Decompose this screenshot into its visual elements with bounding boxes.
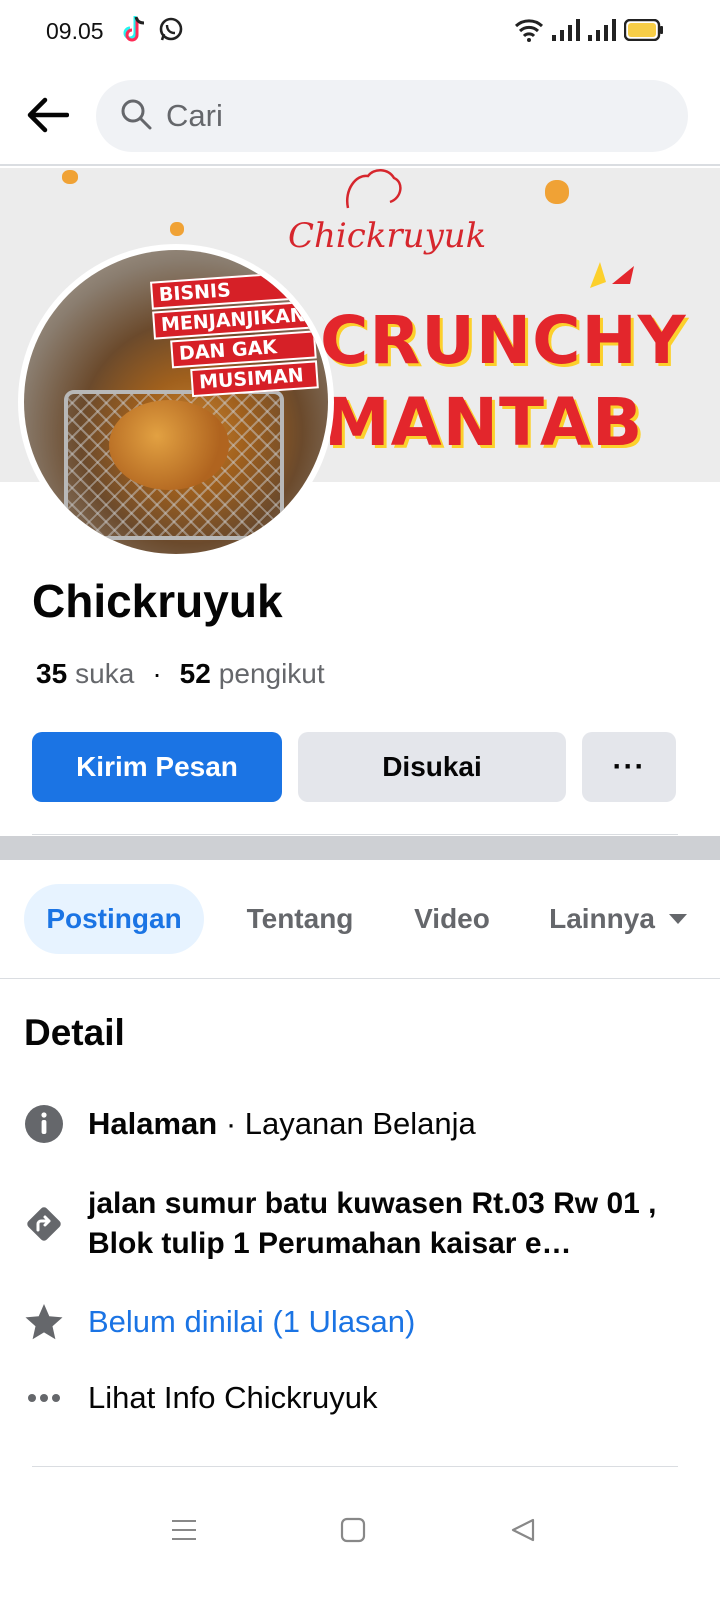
- detail-rating-row[interactable]: Belum dinilai (1 Ulasan): [24, 1302, 704, 1342]
- category-type: Halaman: [88, 1106, 218, 1141]
- likes-count: 35: [36, 658, 68, 689]
- recents-button[interactable]: [164, 1510, 204, 1550]
- top-bar: [0, 62, 720, 166]
- status-time: 09.05: [46, 18, 104, 44]
- back-arrow-icon: [27, 97, 69, 133]
- caret-down-icon: [668, 914, 687, 924]
- address-text: jalan sumur batu kuwasen Rt.03 Rw 01 , B…: [88, 1187, 657, 1260]
- back-nav-button[interactable]: [503, 1510, 543, 1550]
- signal-icon: [552, 19, 580, 46]
- badge-line: MUSIMAN: [190, 360, 319, 398]
- followers-label[interactable]: pengikut: [219, 658, 325, 690]
- page-stats: 35 suka · 52 pengikut: [36, 658, 325, 690]
- more-options-button[interactable]: ···: [582, 732, 676, 802]
- likes-label[interactable]: suka: [75, 658, 134, 690]
- page-tabs: Postingan Tentang Video Lainnya: [24, 884, 720, 954]
- system-nav-bar: [0, 1490, 720, 1570]
- rooster-logo-icon: [345, 169, 402, 209]
- signal-icon: [588, 19, 616, 46]
- tab-more-label: Lainnya: [549, 903, 655, 934]
- directions-icon: [24, 1204, 64, 1244]
- home-button[interactable]: [333, 1510, 373, 1550]
- whatsapp-icon: [157, 14, 185, 49]
- detail-address-row[interactable]: jalan sumur batu kuwasen Rt.03 Rw 01 , B…: [24, 1184, 704, 1264]
- crumb-decoration: [545, 180, 569, 204]
- divider: [32, 834, 678, 835]
- category-value: · Layanan Belanja: [217, 1106, 476, 1141]
- back-button[interactable]: [20, 90, 74, 140]
- page-title: Chickruyuk: [32, 575, 283, 627]
- detail-see-info-row[interactable]: Lihat Info Chickruyuk: [24, 1378, 704, 1418]
- menu-icon: [172, 1520, 196, 1540]
- see-info-link[interactable]: Lihat Info Chickruyuk: [88, 1378, 377, 1418]
- send-message-button[interactable]: Kirim Pesan: [32, 732, 282, 802]
- divider: [32, 1466, 678, 1467]
- search-input[interactable]: [166, 98, 646, 134]
- rating-link[interactable]: Belum dinilai (1 Ulasan): [88, 1302, 415, 1342]
- cover-headline-2: MANTAB: [324, 384, 644, 461]
- section-divider: [0, 836, 720, 860]
- tab-posts[interactable]: Postingan: [24, 884, 204, 954]
- crumb-decoration: [62, 170, 78, 184]
- back-triangle-icon: [511, 1518, 535, 1542]
- followers-count: 52: [179, 658, 211, 689]
- cover-brand-text: Chickruyuk: [288, 216, 487, 256]
- crumb-decoration: [170, 222, 184, 236]
- tabs-divider: [0, 978, 720, 979]
- star-icon: [24, 1302, 64, 1342]
- info-icon: [24, 1104, 64, 1144]
- profile-picture[interactable]: BISNIS MENJANJIKAN DAN GAK MUSIMAN: [18, 244, 334, 560]
- detail-category-row: Halaman · Layanan Belanja: [24, 1104, 704, 1144]
- stats-separator: ·: [152, 658, 162, 689]
- tab-more[interactable]: Lainnya: [528, 884, 708, 954]
- search-icon: [120, 98, 152, 135]
- fried-chicken-graphic: [109, 400, 229, 490]
- tab-about[interactable]: Tentang: [220, 884, 380, 954]
- spark-decoration: [590, 262, 634, 288]
- status-bar: 09.05: [0, 0, 720, 62]
- battery-icon: [623, 18, 664, 46]
- action-buttons: Kirim Pesan Disukai ···: [32, 732, 678, 804]
- promo-badge: BISNIS MENJANJIKAN DAN GAK MUSIMAN: [150, 270, 319, 402]
- detail-heading: Detail: [24, 1012, 125, 1053]
- wifi-icon: [514, 18, 544, 47]
- more-dots-icon: [24, 1378, 64, 1418]
- liked-button[interactable]: Disukai: [298, 732, 566, 802]
- search-bar[interactable]: [96, 80, 688, 152]
- home-square-icon: [340, 1517, 366, 1543]
- cover-headline-1: CRUNCHY: [320, 302, 687, 379]
- tiktok-icon: [122, 14, 148, 49]
- tab-video[interactable]: Video: [392, 884, 512, 954]
- profile-image: BISNIS MENJANJIKAN DAN GAK MUSIMAN: [24, 250, 328, 554]
- status-icons: [514, 18, 664, 47]
